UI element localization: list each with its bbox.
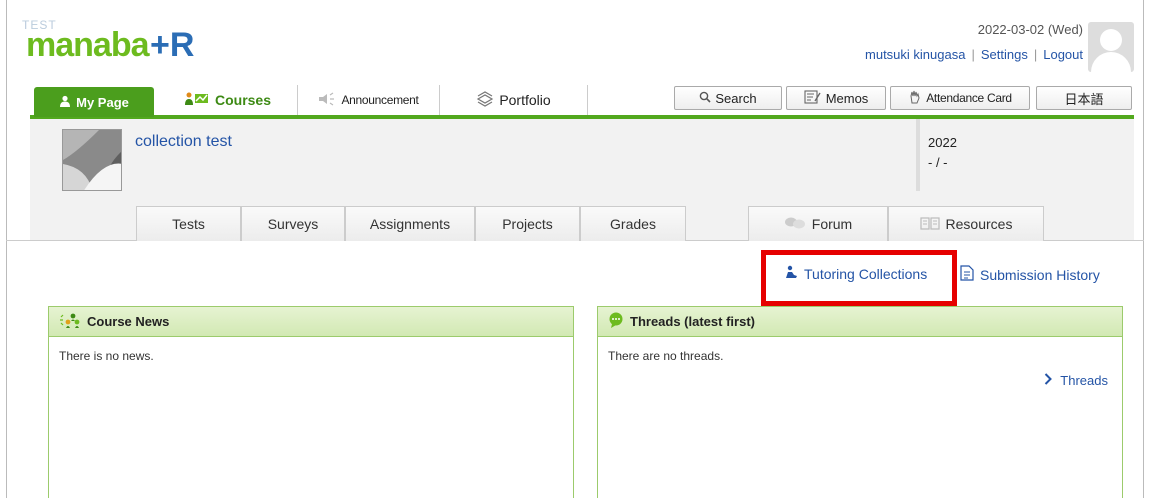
megaphone-icon <box>318 92 336 109</box>
raised-hand-icon <box>908 90 922 107</box>
attendance-card-button[interactable]: Attendance Card <box>890 86 1030 110</box>
course-term-info: 2022 - / - <box>916 119 1134 191</box>
chevron-right-icon <box>1044 373 1053 388</box>
tab-assignments-label: Assignments <box>369 216 451 232</box>
main-nav: My Page Courses Announcement Portfolio S… <box>30 83 1134 119</box>
course-subtabs: Tests Surveys Assignments Projects Grade… <box>30 206 1134 241</box>
threads-empty: There are no threads. <box>608 349 724 363</box>
search-button[interactable]: Search <box>674 86 782 110</box>
header-date: 2022-03-02 (Wed) <box>977 22 1083 37</box>
settings-link[interactable]: Settings <box>981 47 1028 62</box>
tab-projects[interactable]: Projects <box>475 206 580 241</box>
course-title[interactable]: collection test <box>135 133 232 151</box>
memo-icon <box>804 89 822 107</box>
user-name-link[interactable]: mutsuki kinugasa <box>865 47 965 62</box>
tab-portfolio-label: Portfolio <box>499 92 551 108</box>
attendance-card-label: Attendance Card <box>926 91 1012 105</box>
chat-bubble-icon <box>608 312 624 331</box>
tab-courses[interactable]: Courses <box>158 85 298 115</box>
tab-forum-label: Forum <box>811 216 853 232</box>
tab-announcement[interactable]: Announcement <box>298 85 440 115</box>
logout-link[interactable]: Logout <box>1043 47 1083 62</box>
language-button[interactable]: 日本語 <box>1036 86 1132 110</box>
course-news-empty: There is no news. <box>59 349 154 363</box>
speech-bubbles-icon <box>784 216 806 233</box>
tab-projects-label: Projects <box>502 216 553 232</box>
tab-my-page[interactable]: My Page <box>34 87 154 117</box>
language-button-label: 日本語 <box>1064 91 1104 107</box>
logo-suffix: +R <box>150 26 195 64</box>
tab-surveys[interactable]: Surveys <box>241 206 345 241</box>
threads-title: Threads (latest first) <box>630 314 755 329</box>
tab-forum[interactable]: Forum <box>748 206 888 241</box>
course-term: - / - <box>928 155 948 170</box>
header-user-links: mutsuki kinugasa | Settings | Logout <box>865 47 1083 62</box>
highlight-box <box>761 250 957 306</box>
tab-tests-label: Tests <box>172 216 205 232</box>
threads-panel: Threads (latest first) There are no thre… <box>597 306 1123 498</box>
tab-tests[interactable]: Tests <box>136 206 241 241</box>
book-icon <box>919 216 940 233</box>
tab-grades-label: Grades <box>610 216 656 232</box>
tab-surveys-label: Surveys <box>267 216 319 232</box>
tab-portfolio[interactable]: Portfolio <box>440 85 588 115</box>
submission-history-link[interactable]: Submission History <box>960 265 1100 284</box>
tab-announcement-label: Announcement <box>341 93 419 107</box>
person-icon <box>59 95 71 110</box>
tab-assignments[interactable]: Assignments <box>345 206 475 241</box>
tab-resources-label: Resources <box>945 216 1013 232</box>
tab-courses-label: Courses <box>214 92 272 108</box>
memos-button-label: Memos <box>825 90 869 106</box>
portfolio-icon <box>476 90 494 110</box>
course-news-panel: Course News There is no news. <box>48 306 574 498</box>
threads-link[interactable]: Threads <box>1044 373 1108 388</box>
course-news-header: Course News <box>49 307 573 337</box>
manaba-logo[interactable]: TEST manaba +R <box>20 14 250 64</box>
threads-header: Threads (latest first) <box>598 307 1122 337</box>
search-icon <box>699 91 711 106</box>
course-news-title: Course News <box>87 314 170 329</box>
submission-history-label: Submission History <box>980 266 1100 283</box>
memos-button[interactable]: Memos <box>786 86 886 110</box>
threads-link-label: Threads <box>1060 373 1108 388</box>
course-year: 2022 <box>928 135 957 150</box>
tab-grades[interactable]: Grades <box>580 206 686 241</box>
courses-icon <box>184 91 210 110</box>
document-icon <box>960 265 974 284</box>
tab-resources[interactable]: Resources <box>888 206 1044 241</box>
tab-my-page-label: My Page <box>76 95 129 110</box>
avatar[interactable] <box>1088 22 1134 72</box>
course-thumbnail <box>62 129 122 191</box>
logo-wordmark: manaba <box>26 26 149 64</box>
search-button-label: Search <box>715 90 757 106</box>
news-icon <box>59 312 81 331</box>
